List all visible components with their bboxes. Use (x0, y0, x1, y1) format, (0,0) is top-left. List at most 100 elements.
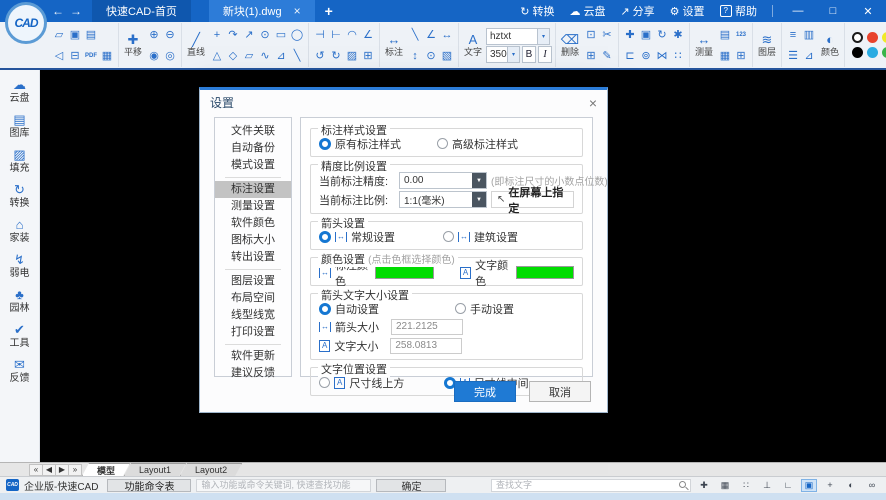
menu-item-export[interactable]: 转出设置 (215, 249, 291, 266)
tab-close-icon[interactable]: × (294, 4, 301, 18)
finish-button[interactable]: 完成 (454, 381, 516, 402)
app-logo-icon[interactable]: CAD (5, 2, 47, 44)
table-icon[interactable]: ⊞ (733, 46, 749, 66)
radio-advanced-style[interactable]: 高级标注样式 (437, 136, 518, 152)
scale-select[interactable]: 1:1(毫米) ▼ (399, 191, 487, 208)
insert-image-icon[interactable]: ▦ (717, 46, 733, 66)
array-icon[interactable]: ∷ (670, 46, 686, 66)
pan-tool[interactable]: ✚ 平移 (122, 33, 144, 57)
font-select[interactable]: hztxt ▾ (486, 28, 550, 45)
crosshair-toggle-icon[interactable]: + (822, 479, 838, 492)
polyline-icon[interactable]: ↗ (241, 25, 257, 45)
layer-tool[interactable]: ≋ 图层 (756, 33, 778, 57)
swatch-white[interactable] (852, 32, 863, 43)
search-icon[interactable] (676, 479, 690, 491)
command-input[interactable] (196, 479, 371, 492)
dialog-close-icon[interactable]: × (589, 96, 597, 110)
paste-icon[interactable]: ⊞ (583, 46, 599, 66)
zoom-in-icon[interactable]: ⊕ (146, 25, 162, 45)
format-brush-icon[interactable]: ✎ (599, 46, 615, 66)
dimension-tool[interactable]: ↔ 标注 (383, 33, 405, 57)
close-button[interactable]: ✕ (858, 5, 878, 18)
tab-drawing[interactable]: 新块(1).dwg × (209, 0, 315, 22)
sidebar-item-gallery[interactable]: ▤图库 (10, 113, 30, 139)
swatch-green[interactable] (882, 47, 886, 58)
parallelogram-icon[interactable]: ▱ (241, 46, 257, 66)
tab-layout2[interactable]: Layout2 (180, 463, 242, 476)
copy-icon[interactable]: ⊡ (583, 25, 599, 45)
back-icon[interactable]: ← (52, 4, 64, 18)
swatch-cyan[interactable] (867, 47, 878, 58)
mirror-icon[interactable]: ⋈ (654, 46, 670, 66)
pdf-icon[interactable]: PDF (83, 46, 99, 66)
rectangle-icon[interactable]: ▭ (273, 25, 289, 45)
count-icon[interactable]: 123 (733, 25, 749, 45)
tab-layout1[interactable]: Layout1 (124, 463, 186, 476)
menu-item-auto-backup[interactable]: 自动备份 (215, 140, 291, 157)
trim-icon[interactable]: ⊣ (312, 25, 328, 45)
zoom-window-icon[interactable]: ◎ (162, 46, 178, 66)
save-icon[interactable]: ▣ (67, 25, 83, 45)
scale-icon[interactable]: ▣ (638, 25, 654, 45)
hatch-icon[interactable]: ▨ (344, 46, 360, 66)
text-color-swatch[interactable] (516, 266, 574, 279)
grid-toggle-icon[interactable]: ▦ (717, 479, 733, 492)
ortho-toggle-icon[interactable]: ∟ (780, 479, 796, 492)
next-sheet-button[interactable]: ▶ (55, 464, 69, 476)
text-tool[interactable]: A 文字 (462, 33, 484, 57)
circle-icon[interactable]: ⊙ (257, 25, 273, 45)
settings-menu[interactable]: ⚙设置 (670, 3, 705, 19)
triangle-icon[interactable]: △ (209, 46, 225, 66)
quick-dim-icon[interactable]: ▧ (439, 46, 455, 66)
bold-button[interactable]: B (522, 46, 536, 63)
zoom-extents-icon[interactable]: ◉ (146, 46, 162, 66)
rotate-icon[interactable]: ↻ (654, 25, 670, 45)
cut-icon[interactable]: ✂ (599, 25, 615, 45)
cancel-button[interactable]: 取消 (529, 381, 591, 402)
object-snap-toggle-icon[interactable]: ⊥ (759, 479, 775, 492)
cloud-menu[interactable]: ☁云盘 (569, 3, 605, 19)
convert-menu[interactable]: ↻转换 (520, 3, 554, 19)
radio-manual-size[interactable]: 手动设置 (455, 301, 514, 317)
precision-select[interactable]: 0.00 ▼ (399, 172, 487, 189)
find-text-input[interactable] (492, 480, 676, 490)
match-properties-icon[interactable]: ✱ (670, 25, 686, 45)
pick-on-screen-button[interactable]: ↖ 在屏幕上指定 (491, 191, 574, 208)
sidebar-item-garden[interactable]: ♣园林 (10, 288, 30, 314)
prev-doc-icon[interactable]: ◁ (51, 46, 67, 66)
measure-tool[interactable]: ↔ 测量 (693, 33, 715, 57)
menu-item-file-assoc[interactable]: 文件关联 (215, 123, 291, 140)
italic-button[interactable]: I (538, 46, 552, 63)
linear-dim-icon[interactable]: ↔ (439, 25, 455, 45)
fillet-icon[interactable]: ◠ (344, 25, 360, 45)
match-color-icon[interactable]: ⊿ (801, 46, 817, 66)
base-point-icon[interactable]: ⊚ (638, 46, 654, 66)
transparency-icon[interactable]: ▥ (801, 25, 817, 45)
move-icon[interactable]: ✚ (622, 25, 638, 45)
aligned-dim-icon[interactable]: ╲ (407, 25, 423, 45)
text-size-input[interactable]: 258.0813 (390, 338, 462, 354)
dim-color-swatch[interactable] (375, 266, 433, 279)
extend-icon[interactable]: ⊢ (328, 25, 344, 45)
confirm-button[interactable]: 确定 (376, 479, 446, 492)
delete-tool[interactable]: ⌫ 删除 (559, 33, 581, 57)
color-tool[interactable]: ◐ 颜色 (819, 33, 841, 57)
prev-sheet-button[interactable]: ◀ (42, 464, 56, 476)
point-icon[interactable]: + (209, 25, 225, 45)
spline-icon[interactable]: ∿ (257, 46, 273, 66)
swatch-red[interactable] (867, 32, 878, 43)
clip-icon[interactable]: ⊏ (622, 46, 638, 66)
menu-item-linetype[interactable]: 线型线宽 (215, 307, 291, 324)
ellipse-icon[interactable]: ◯ (289, 25, 305, 45)
sidebar-item-electrical[interactable]: ↯弱电 (10, 253, 30, 279)
menu-item-icon-size[interactable]: 图标大小 (215, 232, 291, 249)
snap-toggle-icon[interactable]: ✚ (696, 479, 712, 492)
color-wheel-toggle-icon[interactable]: ◐ (843, 479, 859, 492)
command-table-button[interactable]: 功能命令表 (107, 479, 191, 492)
ordinate-dim-icon[interactable]: ↕ (407, 46, 423, 66)
sidebar-item-convert[interactable]: ↻转换 (10, 183, 30, 209)
sidebar-item-cloud[interactable]: ☁云盘 (10, 78, 30, 104)
forward-icon[interactable]: → (70, 4, 82, 18)
open-file-icon[interactable]: ▱ (51, 25, 67, 45)
trapezoid-icon[interactable]: ⊿ (273, 46, 289, 66)
